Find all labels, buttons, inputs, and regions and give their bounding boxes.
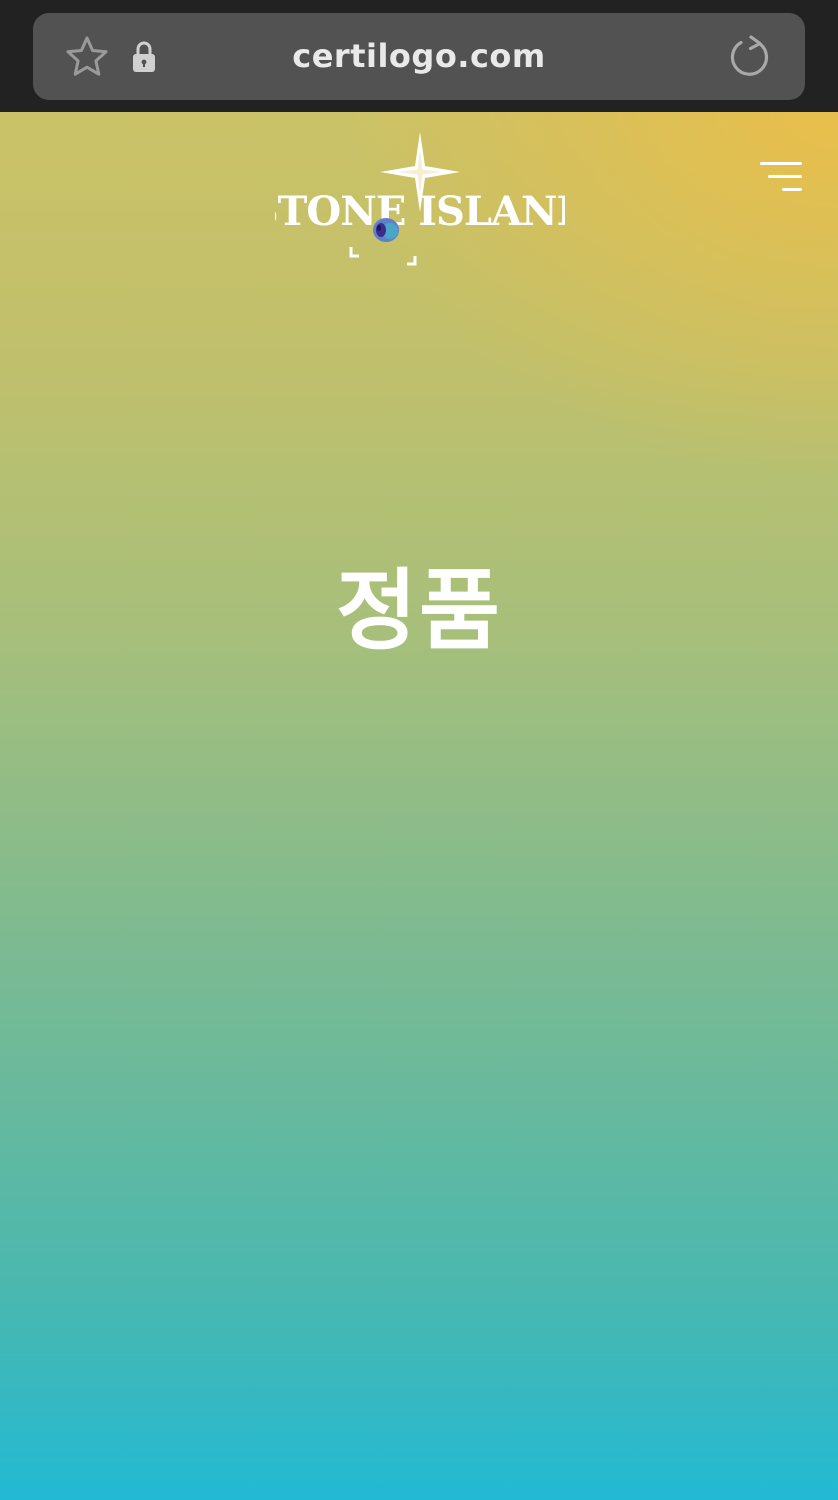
url-text: certilogo.com	[292, 37, 546, 75]
address-bar[interactable]: certilogo.com	[33, 13, 805, 100]
logo-wordmark: STONE ISLAND	[275, 188, 565, 235]
stone-island-logo: STONE ISLAND	[275, 132, 565, 266]
browser-toolbar: certilogo.com	[0, 0, 838, 112]
authenticity-result-title: 정품	[336, 559, 502, 662]
hamburger-menu-icon[interactable]	[756, 160, 802, 194]
certilogo-page: STONE ISLAND 정품	[0, 112, 838, 1500]
reload-icon[interactable]	[727, 31, 773, 81]
